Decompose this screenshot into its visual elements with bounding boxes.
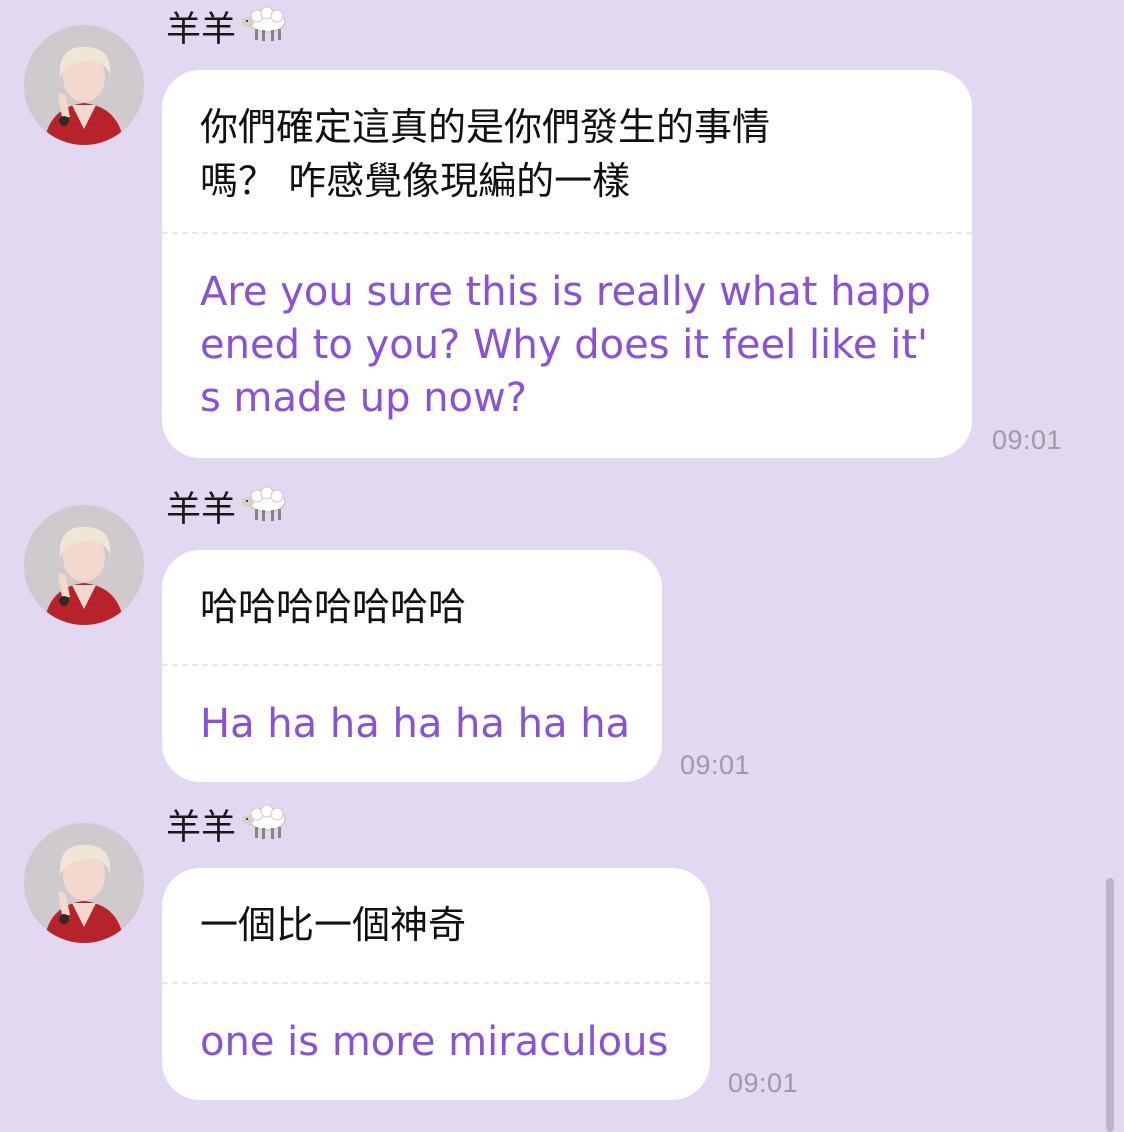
original-text: 哈哈哈哈哈哈哈	[200, 585, 467, 629]
sheep-icon	[240, 3, 290, 54]
sender-name: 羊羊	[166, 804, 290, 852]
sheep-icon	[240, 483, 290, 534]
translation-text: one is more miraculous	[200, 1019, 669, 1065]
message-bubble[interactable]: 你們確定這真的是你們發生的事情 嗎？ 咋感覺像現編的一樣 Are you sur…	[162, 70, 972, 458]
scrollbar[interactable]	[1106, 878, 1114, 1132]
translation-text: Are you sure this is really what happ en…	[200, 269, 931, 421]
divider	[162, 982, 710, 984]
sheep-icon	[240, 801, 290, 852]
timestamp: 09:01	[680, 750, 751, 780]
timestamp: 09:01	[728, 1068, 799, 1098]
original-text: 一個比一個神奇	[200, 903, 467, 947]
message-bubble[interactable]: 哈哈哈哈哈哈哈 Ha ha ha ha ha ha ha	[162, 550, 662, 782]
sender-name: 羊羊	[166, 6, 290, 54]
avatar[interactable]	[24, 505, 144, 625]
avatar[interactable]	[24, 25, 144, 145]
message-item: 羊羊 哈哈哈哈哈哈哈 Ha ha ha ha ha ha ha 09:01	[0, 480, 1124, 800]
message-item: 羊羊 一個比一個神奇 one is more miraculous 09:01	[0, 798, 1124, 1132]
original-text: 你們確定這真的是你們發生的事情 嗎？ 咋感覺像現編的一樣	[200, 105, 771, 203]
timestamp: 09:01	[992, 425, 1063, 455]
message-item: 羊羊 你們確定這真的是你們發生的事情 嗎？ 咋感覺像現編的一樣 Are you …	[0, 0, 1124, 470]
avatar[interactable]	[24, 823, 144, 943]
divider	[162, 664, 662, 666]
divider	[162, 232, 972, 234]
sender-name: 羊羊	[166, 486, 290, 534]
message-bubble[interactable]: 一個比一個神奇 one is more miraculous	[162, 868, 710, 1100]
translation-text: Ha ha ha ha ha ha ha	[200, 701, 631, 747]
